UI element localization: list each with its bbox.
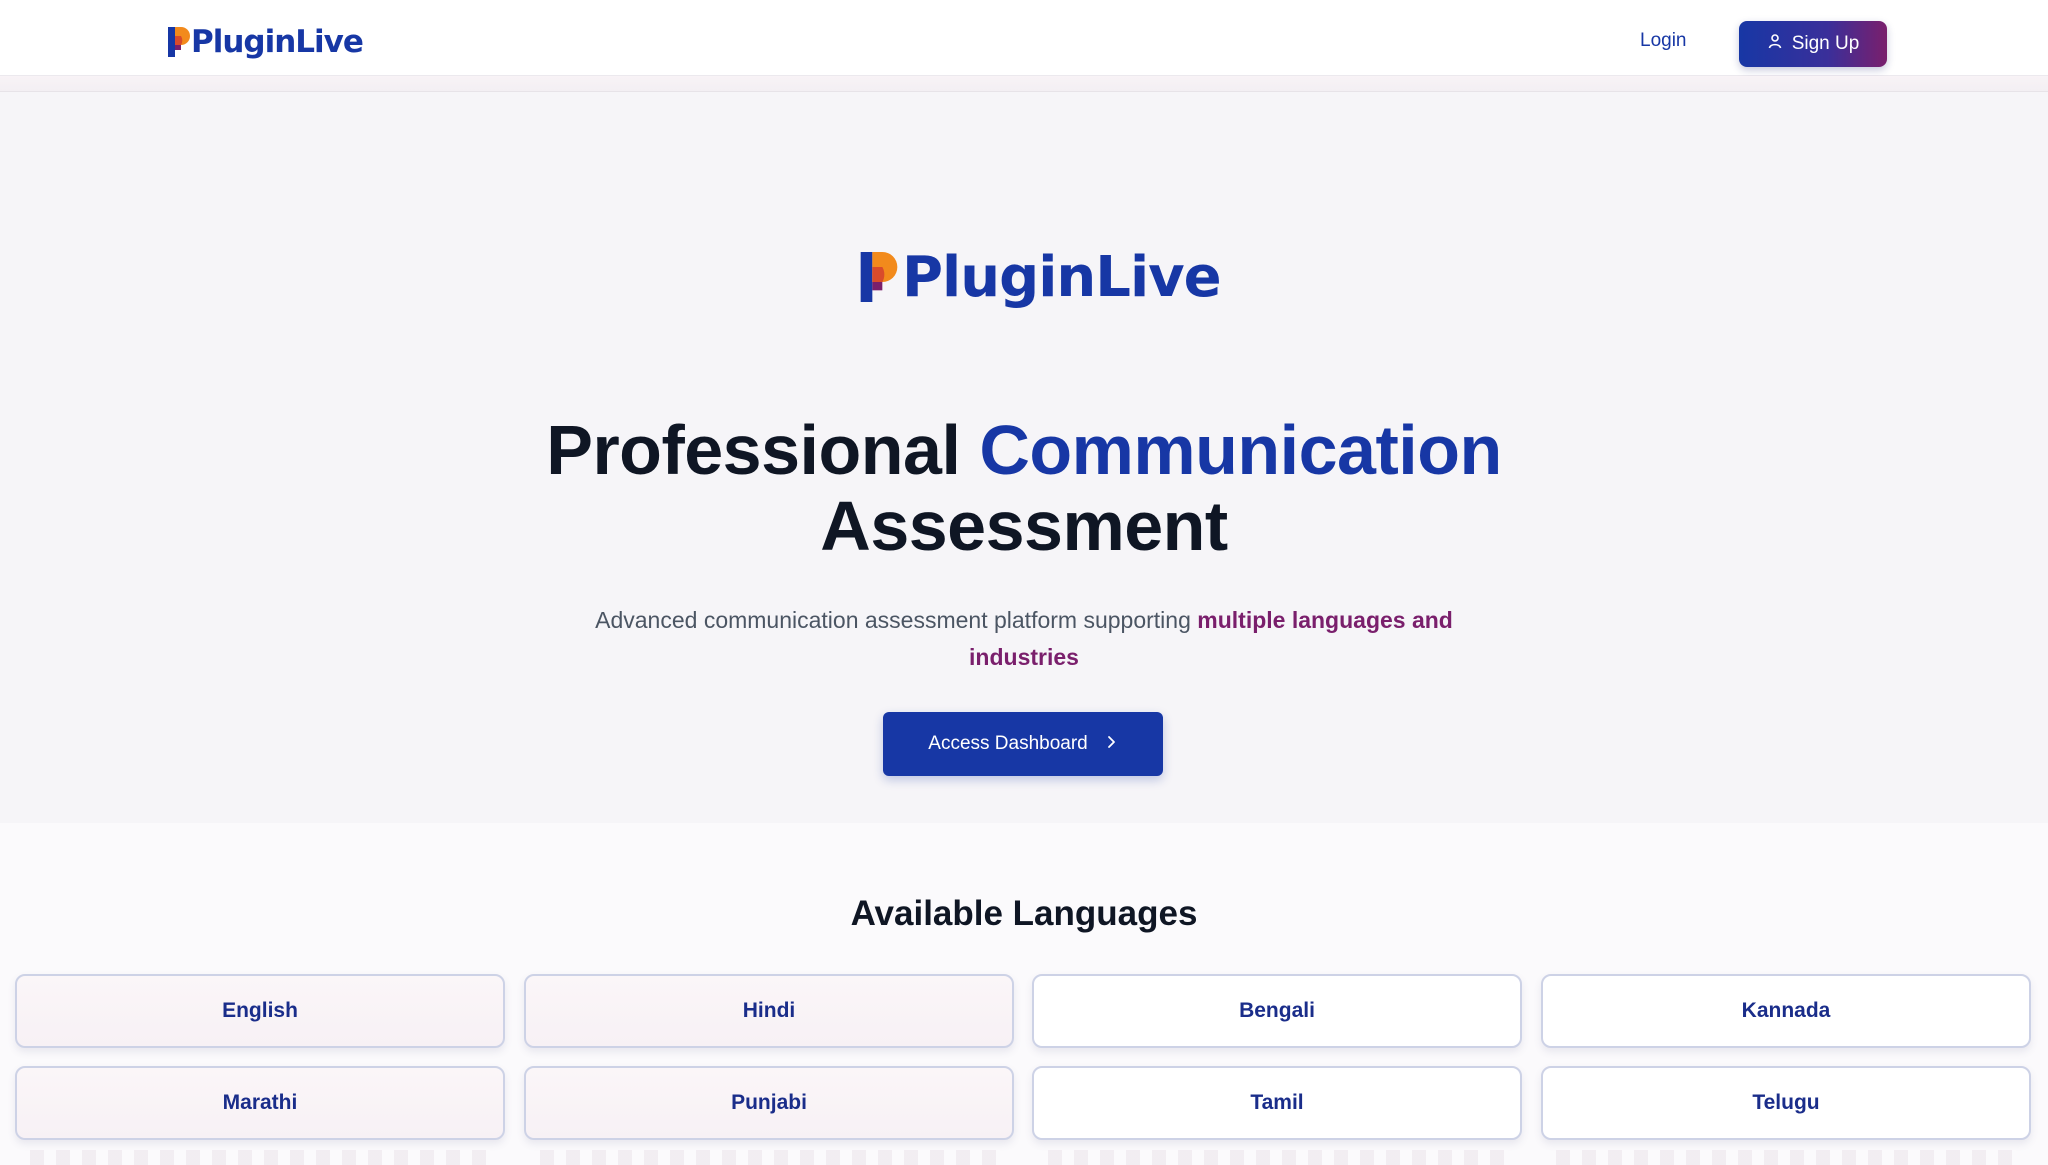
logo-mark-icon bbox=[858, 252, 900, 302]
decorative-pattern bbox=[30, 1150, 490, 1165]
user-icon bbox=[1767, 33, 1783, 55]
sign-up-button[interactable]: Sign Up bbox=[1739, 21, 1887, 67]
languages-title: Available Languages bbox=[850, 894, 1198, 933]
language-card-marathi[interactable]: Marathi bbox=[15, 1066, 505, 1140]
header-logo[interactable]: PluginLive bbox=[168, 22, 364, 62]
hero-logo-wordmark: PluginLive bbox=[902, 244, 1222, 310]
hero-title-accent: Communication bbox=[979, 411, 1502, 489]
language-card-hindi[interactable]: Hindi bbox=[524, 974, 1014, 1048]
chevron-right-icon bbox=[1104, 733, 1118, 755]
access-dashboard-label: Access Dashboard bbox=[928, 733, 1088, 754]
hero-title: Professional Communication Assessment bbox=[0, 412, 2048, 564]
language-label: Punjabi bbox=[731, 1091, 807, 1114]
top-nav-bar: PluginLive Login Sign Up bbox=[0, 0, 2048, 76]
language-label: Telugu bbox=[1752, 1091, 1820, 1114]
hero-subtitle-text: Advanced communication assessment platfo… bbox=[595, 607, 1191, 633]
language-label: Hindi bbox=[742, 999, 796, 1022]
hero-logo: PluginLive bbox=[858, 242, 1222, 312]
decorative-pattern bbox=[1556, 1150, 2016, 1165]
language-card-kannada[interactable]: Kannada bbox=[1541, 974, 2031, 1048]
language-card-punjabi[interactable]: Punjabi bbox=[524, 1066, 1014, 1140]
hero-title-part1: Professional bbox=[546, 411, 961, 489]
decorative-pattern bbox=[1048, 1150, 1508, 1165]
language-label: Kannada bbox=[1741, 999, 1831, 1022]
language-label: English bbox=[222, 999, 298, 1022]
language-card-tamil[interactable]: Tamil bbox=[1032, 1066, 1522, 1140]
login-link[interactable]: Login bbox=[1640, 30, 1687, 52]
sign-up-label: Sign Up bbox=[1791, 33, 1860, 54]
decorative-pattern bbox=[540, 1150, 1000, 1165]
access-dashboard-button[interactable]: Access Dashboard bbox=[883, 712, 1163, 776]
header-divider bbox=[0, 76, 2048, 92]
language-card-bengali[interactable]: Bengali bbox=[1032, 974, 1522, 1048]
language-label: Bengali bbox=[1239, 999, 1315, 1022]
logo-mark-icon bbox=[168, 27, 190, 57]
language-card-english[interactable]: English bbox=[15, 974, 505, 1048]
logo-wordmark: PluginLive bbox=[191, 24, 364, 60]
hero-subtitle: Advanced communication assessment platfo… bbox=[574, 602, 1474, 676]
language-label: Marathi bbox=[222, 1091, 298, 1114]
language-card-telugu[interactable]: Telugu bbox=[1541, 1066, 2031, 1140]
language-label: Tamil bbox=[1250, 1091, 1304, 1114]
hero-title-part2: Assessment bbox=[820, 487, 1228, 565]
